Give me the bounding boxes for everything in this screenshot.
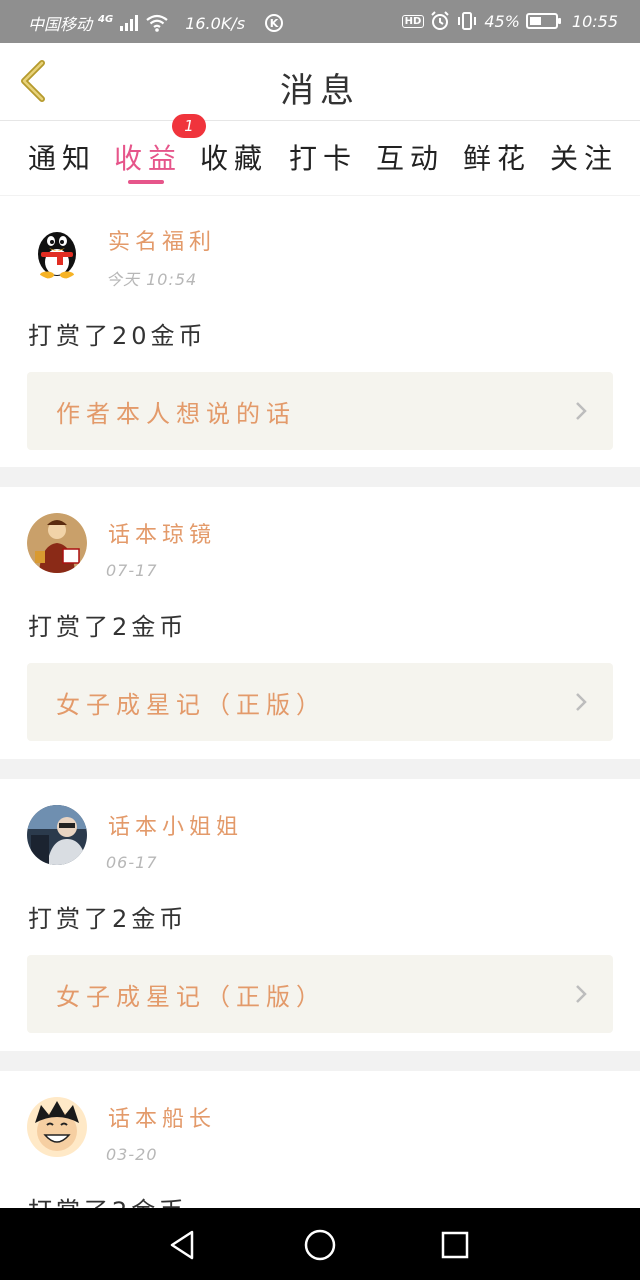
work-title: 女子成星记（正版） xyxy=(56,983,326,1011)
message-date: 今天 10:54 xyxy=(106,270,198,289)
message-card: 实名福利 今天 10:54 打赏了20金币 作者本人想说的话 xyxy=(0,196,640,467)
message-date: 06-17 xyxy=(106,853,158,872)
vibrate-icon xyxy=(458,12,477,30)
active-tab-indicator xyxy=(128,180,164,184)
signal-icon xyxy=(120,15,139,31)
status-right: HD 45% 10:55 xyxy=(401,11,618,31)
tab-bar: 通知 收益 1 收藏 打卡 互动 鲜花 关注 xyxy=(0,114,640,195)
work-title: 作者本人想说的话 xyxy=(56,400,296,428)
message-text: 打赏了2金币 xyxy=(28,1191,187,1208)
message-date: 03-20 xyxy=(106,1145,158,1164)
tab-earnings[interactable]: 收益 xyxy=(114,137,182,177)
sender-name[interactable]: 话本船长 xyxy=(108,1101,216,1133)
tab-notify[interactable]: 通知 xyxy=(28,137,96,177)
message-text: 打赏了2金币 xyxy=(28,613,188,641)
alarm-icon xyxy=(431,11,450,30)
work-link[interactable]: 女子成星记（正版） xyxy=(27,955,613,1033)
status-left: 中国移动 4G 16.0K/s K xyxy=(28,11,284,35)
tab-favorites[interactable]: 收藏 xyxy=(200,137,268,177)
tab-follow[interactable]: 关注 xyxy=(550,137,618,177)
work-link[interactable]: 女子成星记（正版） xyxy=(27,663,613,741)
message-card: 话本小姐姐 06-17 打赏了2金币 女子成星记（正版） xyxy=(0,779,640,1051)
chevron-right-icon xyxy=(576,985,587,1003)
cartoon-avatar-icon xyxy=(27,1097,87,1157)
triangle-back-icon xyxy=(170,1230,194,1260)
user-avatar-icon xyxy=(27,513,87,573)
user-avatar-icon xyxy=(27,805,87,865)
penguin-avatar-icon xyxy=(27,220,87,280)
clock-time: 10:55 xyxy=(571,11,618,31)
tab-interaction[interactable]: 互动 xyxy=(376,137,444,177)
message-card: 话本船长 03-20 打赏了2金币 xyxy=(0,1071,640,1208)
message-date: 07-17 xyxy=(106,561,158,580)
sender-name[interactable]: 话本小姐姐 xyxy=(108,809,243,841)
tab-checkin[interactable]: 打卡 xyxy=(289,137,357,177)
message-text: 打赏了2金币 xyxy=(28,905,188,933)
hd-icon: HD xyxy=(401,14,425,28)
avatar[interactable] xyxy=(27,220,87,280)
carrier-label: 中国移动 xyxy=(28,15,93,34)
chevron-right-icon xyxy=(576,402,587,420)
square-recents-icon xyxy=(441,1231,469,1259)
battery-percent: 45% xyxy=(484,11,520,31)
nav-home-button[interactable] xyxy=(303,1228,337,1262)
unread-badge: 1 xyxy=(172,114,206,138)
work-title: 女子成星记（正版） xyxy=(56,691,326,719)
message-text: 打赏了20金币 xyxy=(28,322,207,350)
wifi-icon xyxy=(146,14,168,32)
sender-name[interactable]: 实名福利 xyxy=(108,224,216,256)
nav-back-button[interactable] xyxy=(166,1228,200,1262)
tab-flowers[interactable]: 鲜花 xyxy=(463,137,531,177)
battery-icon xyxy=(525,13,561,29)
network-speed: 16.0K/s xyxy=(185,13,246,33)
avatar[interactable] xyxy=(27,513,87,573)
page-title: 消息 xyxy=(280,71,360,111)
avatar[interactable] xyxy=(27,805,87,865)
chevron-right-icon xyxy=(576,693,587,711)
tab-earnings-label: 收益 xyxy=(114,142,183,175)
system-nav-bar xyxy=(0,1208,640,1280)
status-bar: 中国移动 4G 16.0K/s K HD 45% 10:55 xyxy=(0,0,640,43)
circle-home-icon xyxy=(304,1229,336,1261)
app-header: 消息 xyxy=(0,43,640,121)
nav-recents-button[interactable] xyxy=(438,1228,472,1262)
work-link[interactable]: 作者本人想说的话 xyxy=(27,372,613,450)
message-card: 话本琼镜 07-17 打赏了2金币 女子成星记（正版） xyxy=(0,487,640,759)
sender-name[interactable]: 话本琼镜 xyxy=(108,517,216,549)
avatar[interactable] xyxy=(27,1097,87,1157)
k-app-icon: K xyxy=(265,14,284,32)
network-type: 4G xyxy=(98,13,114,25)
